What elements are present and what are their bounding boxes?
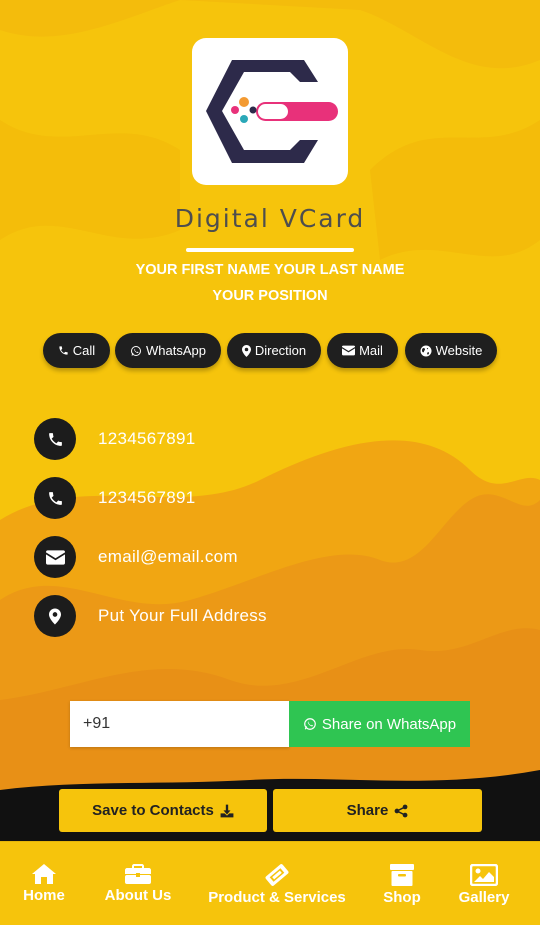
divider <box>186 248 354 252</box>
call-label: Call <box>72 343 96 358</box>
contact-phone-1[interactable]: 1234567891 <box>98 429 196 449</box>
profile-name: YOUR FIRST NAME YOUR LAST NAME <box>135 262 405 278</box>
nav-about-us-label: About Us <box>104 887 172 904</box>
mail-label: Mail <box>359 343 383 358</box>
share-on-whatsapp-button[interactable]: Share on WhatsApp <box>289 701 470 747</box>
contact-phone-2[interactable]: 1234567891 <box>98 488 196 508</box>
profile-position: YOUR POSITION <box>212 288 328 304</box>
home-icon <box>32 864 56 884</box>
save-to-contacts-label: Save to Contacts <box>92 802 214 819</box>
contact-row-address[interactable]: Put Your Full Address <box>34 595 267 637</box>
whatsapp-number-input[interactable]: +91 <box>70 701 289 747</box>
nav-shop-label: Shop <box>383 889 421 906</box>
contact-email[interactable]: email@email.com <box>98 547 238 567</box>
whatsapp-icon <box>131 345 141 356</box>
bottom-nav: Home About Us Product & Services Shop Ga… <box>0 841 540 925</box>
envelope-icon <box>342 345 356 356</box>
nav-product-services-label: Product & Services <box>208 889 346 906</box>
whatsapp-number-value: +91 <box>83 715 111 732</box>
phone-icon <box>48 432 62 446</box>
call-button[interactable]: Call <box>43 333 110 368</box>
phone-icon-circle <box>34 477 76 519</box>
direction-label: Direction <box>254 343 307 358</box>
brand-title: Digital VCard <box>174 204 366 233</box>
whatsapp-button[interactable]: WhatsApp <box>115 333 221 368</box>
envelope-icon <box>45 549 65 565</box>
briefcase-icon <box>125 864 151 884</box>
phone-icon <box>59 346 68 355</box>
contact-row-email[interactable]: email@email.com <box>34 536 238 578</box>
contact-address[interactable]: Put Your Full Address <box>98 606 267 626</box>
ticket-icon <box>265 864 289 886</box>
share-alt-icon <box>394 804 408 817</box>
nav-product-services[interactable]: Product & Services <box>204 842 350 925</box>
nav-about-us[interactable]: About Us <box>94 842 182 925</box>
brand-logo <box>192 38 348 185</box>
phone-icon <box>48 491 62 505</box>
website-label: Website <box>435 343 483 358</box>
whatsapp-icon <box>304 718 316 730</box>
whatsapp-label: WhatsApp <box>146 343 206 358</box>
phone-icon-circle <box>34 418 76 460</box>
share-button[interactable]: Share <box>273 789 482 832</box>
contact-row-phone-1[interactable]: 1234567891 <box>34 418 196 460</box>
map-marker-icon <box>49 608 61 624</box>
nav-shop[interactable]: Shop <box>372 842 432 925</box>
envelope-icon-circle <box>34 536 76 578</box>
image-icon <box>470 864 498 886</box>
direction-button[interactable]: Direction <box>227 333 321 368</box>
nav-gallery-label: Gallery <box>458 889 510 906</box>
nav-home-label: Home <box>23 887 65 904</box>
globe-icon <box>420 345 432 356</box>
mail-button[interactable]: Mail <box>327 333 398 368</box>
map-marker-icon-circle <box>34 595 76 637</box>
share-label: Share <box>346 802 389 819</box>
website-button[interactable]: Website <box>405 333 497 368</box>
nav-home[interactable]: Home <box>14 842 74 925</box>
download-icon <box>220 804 234 817</box>
nav-gallery[interactable]: Gallery <box>452 842 516 925</box>
share-on-whatsapp-label: Share on WhatsApp <box>321 715 457 733</box>
map-marker-icon <box>241 344 251 357</box>
contact-row-phone-2[interactable]: 1234567891 <box>34 477 196 519</box>
logo-mark <box>206 60 338 163</box>
save-to-contacts-button[interactable]: Save to Contacts <box>59 789 267 832</box>
archive-box-icon <box>390 864 414 886</box>
